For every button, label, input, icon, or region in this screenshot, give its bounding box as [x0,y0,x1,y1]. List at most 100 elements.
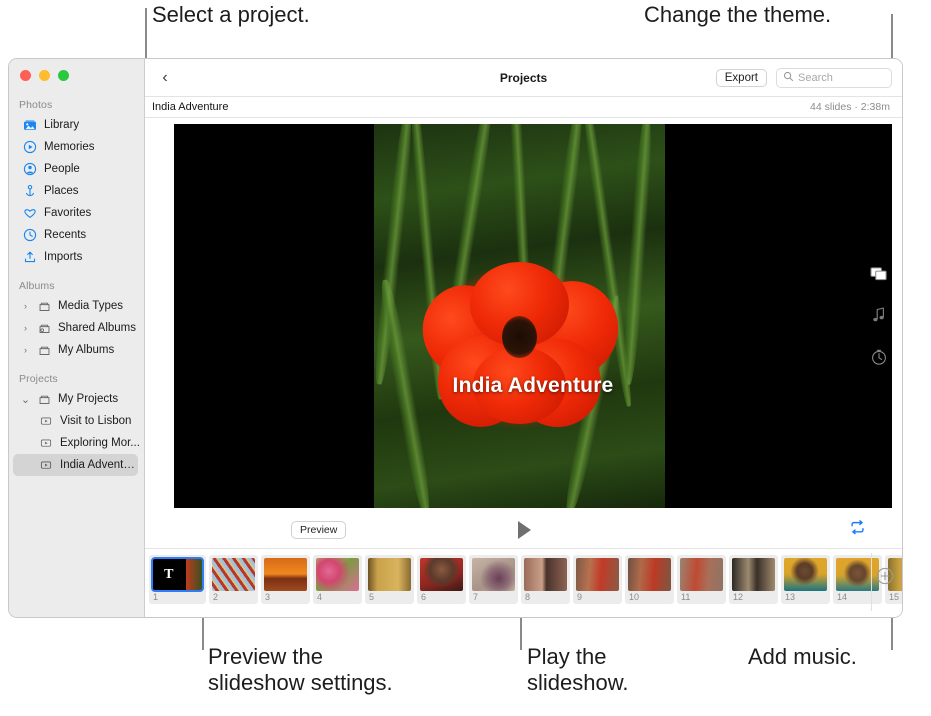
sidebar-item-label: People [44,163,80,175]
folder-icon [37,392,51,406]
slide-thumbnail [420,558,463,591]
sidebar-item-label: Imports [44,251,83,263]
minimize-window-button[interactable] [39,70,50,81]
sidebar-item-exploring-morocco[interactable]: Exploring Mor... [9,432,144,454]
sidebar-item-favorites[interactable]: Favorites [9,202,144,224]
screenshot-root: Select a project. Change the theme. Prev… [0,0,931,716]
search-input[interactable]: Search [776,67,892,88]
library-icon [23,118,37,132]
sidebar-item-imports[interactable]: Imports [9,246,144,268]
loop-repeat-icon[interactable] [849,520,866,540]
callout-play-slideshow: Play the slideshow. [527,644,629,695]
project-name: India Adventure [152,101,229,113]
filmstrip-slide[interactable]: 10 [625,555,674,604]
sidebar-section-photos: Photos [19,99,53,111]
sidebar-item-label: Library [44,119,80,131]
sidebar-item-label: Memories [44,141,95,153]
music-note-icon[interactable] [866,300,892,330]
filmstrip-divider [871,553,872,611]
filmstrip-slide[interactable]: 8 [521,555,570,604]
slide-number: 5 [369,592,375,602]
sidebar-item-recents[interactable]: Recents [9,224,144,246]
memories-icon [23,140,37,154]
slideshow-icon [39,414,53,428]
sidebar-item-people[interactable]: People [9,158,144,180]
slide-number: 13 [785,592,796,602]
slide-thumbnail [472,558,515,591]
sidebar-item-label: Media Types [58,300,123,312]
filmstrip-slide[interactable]: 5 [365,555,414,604]
sidebar-section-projects: Projects [19,373,58,385]
shared-folder-icon [37,321,51,335]
places-icon [23,184,37,198]
filmstrip-slide[interactable]: 14 [833,555,882,604]
slide-number: 6 [421,592,427,602]
callout-add-music: Add music. [748,644,857,669]
chevron-down-icon[interactable]: ⌄ [21,393,30,406]
slide-number: 9 [577,592,583,602]
callout-select-project: Select a project. [152,2,310,27]
filmstrip-slide[interactable]: 3 [261,555,310,604]
export-button[interactable]: Export [715,68,767,87]
slide-number: 12 [733,592,744,602]
slide-thumbnail [836,558,879,591]
slide-thumbnail [732,558,775,591]
filmstrip-slide[interactable]: 13 [781,555,830,604]
chevron-right-icon[interactable]: › [21,301,30,311]
sidebar-item-library[interactable]: Library [9,114,144,136]
filmstrip-slide[interactable]: 2 [209,555,258,604]
sidebar-item-label: Exploring Mor... [60,437,140,449]
chevron-right-icon[interactable]: › [21,345,30,355]
back-chevron-icon[interactable]: ‹ [155,69,175,87]
recents-icon [23,228,37,242]
inspector-rail [866,258,896,384]
slide-preview-canvas[interactable]: India Adventure [174,124,892,508]
filmstrip-slide[interactable]: 9 [573,555,622,604]
sidebar: Photos Library Memories People Places Fa… [9,59,145,617]
slideshow-icon [39,436,53,450]
sidebar-item-shared-albums[interactable]: › Shared Albums [9,317,144,339]
folder-icon [37,343,51,357]
sidebar-item-memories[interactable]: Memories [9,136,144,158]
sidebar-item-label: Favorites [44,207,92,219]
slide-number: 11 [681,592,691,602]
zoom-window-button[interactable] [58,70,69,81]
callout-preview-settings: Preview the slideshow settings. [208,644,393,695]
slide-number: 1 [153,592,159,602]
preview-button[interactable]: Preview [291,521,347,539]
sidebar-item-media-types[interactable]: › Media Types [9,295,144,317]
add-slide-icon[interactable] [876,567,894,585]
chevron-right-icon[interactable]: › [21,323,30,333]
slideshow-icon [39,458,53,472]
sidebar-item-label: Visit to Lisbon [60,415,132,427]
slide-number: 10 [629,592,640,602]
close-window-button[interactable] [20,70,31,81]
window-traffic-lights [9,59,144,92]
filmstrip-slide[interactable]: 7 [469,555,518,604]
filmstrip-slide[interactable]: 4 [313,555,362,604]
slide-number: 15 [889,592,900,602]
slide-number: 14 [837,592,848,602]
sidebar-item-india-adventure[interactable]: India Adventure [13,454,138,476]
theme-icon[interactable] [866,258,892,288]
filmstrip-slide[interactable]: T 1 [149,555,206,604]
slide-thumbnail [524,558,567,591]
sidebar-item-label: Shared Albums [58,322,136,334]
play-icon[interactable] [513,519,535,541]
duration-timer-icon[interactable] [866,342,892,372]
sidebar-item-visit-to-lisbon[interactable]: Visit to Lisbon [9,410,144,432]
slideshow-editor-area: India Adventure Preview T 1 2 3 4 5 6 7 … [145,118,902,617]
photos-app-window: Photos Library Memories People Places Fa… [8,58,903,618]
slide-thumbnail [784,558,827,591]
filmstrip-slide[interactable]: 6 [417,555,466,604]
slide-photo [374,124,665,508]
sidebar-item-places[interactable]: Places [9,180,144,202]
slide-filmstrip[interactable]: T 1 2 3 4 5 6 7 8 9 10 11 12 13 14 15 [145,548,902,617]
playback-controls: Preview [145,512,902,548]
slide-number: 7 [473,592,479,602]
sidebar-item-my-albums[interactable]: › My Albums [9,339,144,361]
slide-thumbnail [368,558,411,591]
sidebar-item-my-projects[interactable]: ⌄ My Projects [9,388,144,410]
filmstrip-slide[interactable]: 11 [677,555,726,604]
filmstrip-slide[interactable]: 12 [729,555,778,604]
